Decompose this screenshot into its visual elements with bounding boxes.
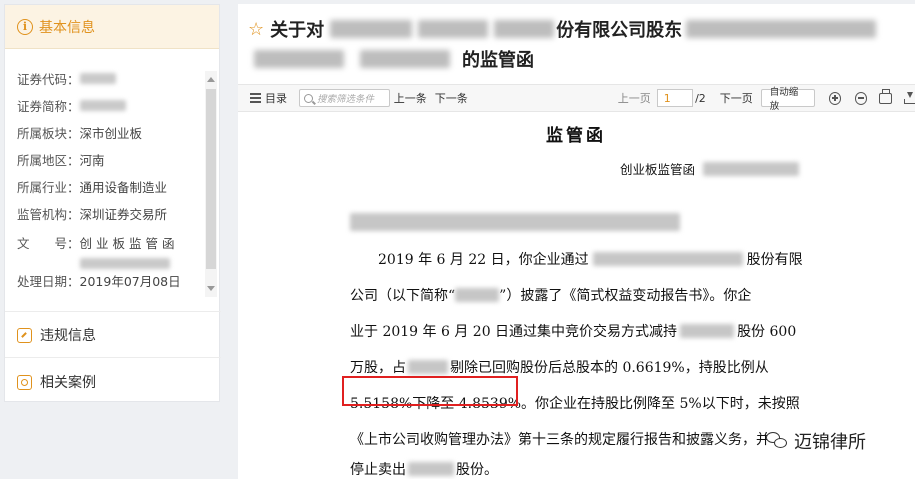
- doc-paragraph-line: 万股，占 剔除已回购股份后总股本的 0.6619%，持股比例从: [350, 360, 769, 376]
- redacted-value: [79, 73, 116, 84]
- field-security-name: 证券简称：: [5, 92, 205, 119]
- field-security-code: 证券代码：: [5, 65, 205, 92]
- redacted-text: [703, 161, 800, 176]
- page-title-line2: 的监管函: [254, 46, 534, 72]
- doc-paragraph-line: 2019 年 6 月 22 日，你企业通过 股份有限: [378, 252, 803, 268]
- basic-info-title: 基本信息: [39, 19, 95, 36]
- doc-paragraph-line: 停止卖出 股份。: [350, 462, 498, 478]
- toc-icon: [250, 93, 261, 103]
- zoom-out-icon[interactable]: [854, 91, 868, 105]
- page-number-input[interactable]: 1: [656, 89, 694, 107]
- redacted-text: [680, 324, 735, 338]
- field-region: 所属地区： 河南: [17, 153, 105, 168]
- redacted-title: [418, 20, 489, 38]
- download-icon[interactable]: [903, 92, 915, 104]
- case-icon: [17, 374, 32, 390]
- favorite-star-icon[interactable]: ☆: [248, 19, 264, 40]
- scroll-down-arrow-icon[interactable]: [207, 286, 215, 291]
- redacted-text: [350, 213, 680, 231]
- redacted-addressee: [350, 213, 810, 231]
- redacted-title: [494, 20, 555, 38]
- violation-icon: [17, 327, 32, 343]
- prev-result-button[interactable]: 上一条: [394, 90, 427, 106]
- basic-info-header[interactable]: i 基本信息: [5, 5, 219, 49]
- field-regulator: 监管机构： 深圳证券交易所: [17, 207, 168, 222]
- pdf-document-page: 监管函 创业板监管函 2019 年 6 月 22 日，你企业通过 股份有限 公司…: [238, 113, 915, 479]
- next-result-button[interactable]: 下一条: [435, 90, 468, 106]
- prev-page-button[interactable]: 上一页: [618, 90, 651, 106]
- print-icon[interactable]: [879, 88, 892, 104]
- redacted-title: [330, 20, 413, 38]
- redacted-title: [686, 20, 877, 38]
- document-panel: ☆ 关于对 份有限公司股东 的监管函 目录 搜索筛选条件 上一条 下一条 上一页: [238, 4, 915, 479]
- wechat-watermark: 迈锦律所: [766, 428, 866, 454]
- scrollbar-thumb[interactable]: [206, 89, 216, 269]
- zoom-in-icon[interactable]: [828, 91, 841, 105]
- redacted-title: [254, 50, 344, 68]
- violation-info-link[interactable]: 违规信息: [17, 325, 96, 345]
- redacted-text: [408, 462, 454, 476]
- divider: [5, 311, 221, 312]
- related-cases-link[interactable]: 相关案例: [17, 372, 96, 392]
- doc-paragraph-line: 《上市公司收购管理办法》第十三条的规定履行报告和披露义务，并: [350, 432, 770, 448]
- sidebar-scrollbar[interactable]: [205, 71, 217, 297]
- redacted-text: [455, 288, 500, 302]
- redacted-text: [408, 360, 448, 374]
- info-sidebar: i 基本信息 证券代码： 证券简称： 所属板块： 深市创业板 所属地区： 河南 …: [4, 4, 221, 402]
- field-industry: 所属行业： 通用设备制造业: [17, 180, 168, 195]
- doc-paragraph-line: 公司（以下简称“ ”）披露了《简式权益变动报告书》。你企: [350, 288, 752, 304]
- doc-paragraph-line: 业于 2019 年 6 月 20 日通过集中竞价交易方式减持 股份 600: [350, 324, 797, 340]
- redacted-title: [360, 50, 450, 68]
- field-doc-number: 文 号： 创业板监管函: [5, 227, 205, 269]
- wechat-icon: [766, 432, 788, 450]
- field-board: 所属板块： 深市创业板: [17, 126, 143, 141]
- pdf-toolbar: 目录 搜索筛选条件 上一条 下一条 上一页 1 /2 下一页 自动缩放: [238, 84, 915, 112]
- red-highlight-box: [342, 376, 518, 406]
- redacted-value: [79, 100, 126, 111]
- redacted-text: [592, 252, 743, 266]
- doc-title: 监管函: [546, 126, 606, 146]
- filter-search-input[interactable]: 搜索筛选条件: [299, 89, 390, 107]
- auto-zoom-select[interactable]: 自动缩放: [760, 87, 815, 112]
- next-page-button[interactable]: 下一页: [720, 90, 753, 106]
- page-title: ☆ 关于对 份有限公司股东: [248, 16, 877, 42]
- field-process-date: 处理日期： 2019年07月08日: [17, 274, 181, 289]
- toc-button[interactable]: 目录: [250, 90, 287, 106]
- doc-dept-number: 创业板监管函: [620, 159, 800, 178]
- scroll-up-arrow-icon[interactable]: [207, 77, 215, 82]
- info-field-list: 证券代码： 证券简称： 所属板块： 深市创业板 所属地区： 河南 所属行业： 通…: [5, 65, 205, 294]
- divider: [5, 357, 221, 358]
- info-icon: i: [17, 18, 33, 35]
- redacted-value: [79, 258, 170, 269]
- total-pages: /2: [695, 91, 706, 105]
- search-icon: [304, 93, 313, 103]
